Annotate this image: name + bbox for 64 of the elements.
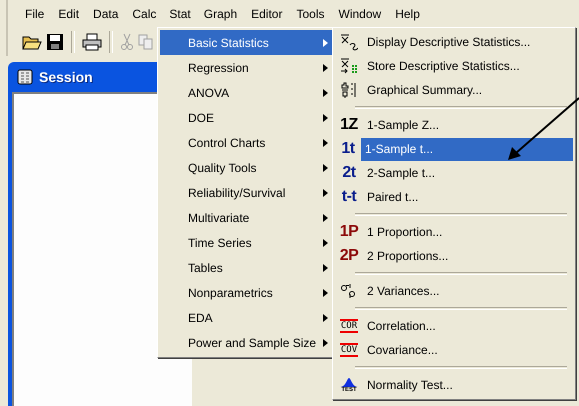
menu-item[interactable]: ANOVA	[160, 80, 334, 105]
test-icon: 2t	[342, 164, 356, 182]
menu-item[interactable]: Tables	[160, 255, 334, 280]
menu-item[interactable]: Tools	[289, 3, 332, 25]
menu-item[interactable]: Covariance...	[363, 338, 573, 362]
variance-icon	[340, 282, 358, 300]
store-statistics-icon	[340, 57, 358, 75]
test-icon: 1Z	[340, 116, 358, 134]
menu-item[interactable]: Stat	[163, 4, 197, 24]
submenu-arrow-icon	[323, 264, 328, 272]
menu-item[interactable]: EDA	[160, 305, 334, 330]
menu-item[interactable]: Quality Tools	[160, 155, 334, 180]
menu-item[interactable]: Regression	[160, 55, 334, 80]
session-icon	[16, 68, 34, 86]
menu-item[interactable]: Display Descriptive Statistics...	[363, 30, 573, 54]
submenu-arrow-icon	[323, 138, 328, 146]
submenu-arrow-icon	[323, 188, 328, 196]
menu-item[interactable]: Calc	[125, 3, 164, 25]
summary-chart-icon	[340, 81, 358, 99]
pointer-arrow	[508, 97, 579, 160]
menu-item[interactable]: 1 Proportion...	[363, 220, 573, 244]
menu-item[interactable]: Graphical Summary...	[363, 78, 573, 102]
menu-item[interactable]: Nonparametrics	[160, 280, 334, 305]
submenu-arrow-icon	[323, 164, 328, 172]
menu-item[interactable]: Data	[86, 3, 126, 25]
submenu-arrow-icon	[323, 338, 328, 346]
menu-item[interactable]: Window	[332, 3, 388, 25]
submenu-arrow-icon	[323, 314, 328, 322]
menu-item[interactable]: Control Charts	[160, 130, 334, 155]
menu-item[interactable]: Correlation...	[363, 314, 573, 338]
menu-item[interactable]: 1-Sample t...	[361, 138, 573, 160]
menu-item[interactable]: Graph	[196, 3, 244, 25]
menu-item[interactable]: Basic Statistics	[160, 30, 334, 55]
save-icon[interactable]	[46, 33, 64, 51]
submenu-arrow-icon	[323, 64, 328, 72]
printer-icon[interactable]	[82, 33, 102, 51]
menu-item[interactable]: 2 Proportions...	[363, 244, 573, 268]
window-title: Session	[39, 69, 93, 85]
submenu-arrow-icon	[323, 114, 328, 122]
menu-item[interactable]: Reliability/Survival	[160, 180, 334, 205]
test-icon: 1P	[340, 223, 358, 241]
menu-item[interactable]: Paired t...	[363, 186, 573, 208]
statistics-icon	[340, 33, 358, 51]
menu-item[interactable]: 1-Sample Z...	[363, 114, 573, 136]
menu-item[interactable]: DOE	[160, 105, 334, 130]
menu-item[interactable]: 2-Sample t...	[363, 162, 573, 184]
submenu-arrow-icon	[323, 88, 328, 96]
submenu-arrow-icon	[323, 238, 328, 246]
test-icon: 1t	[341, 140, 355, 158]
menu-item[interactable]: Editor	[244, 3, 290, 25]
menu-item[interactable]: Store Descriptive Statistics...	[363, 54, 573, 78]
menu-item[interactable]: Normality Test...	[363, 374, 573, 396]
submenu-arrow-icon	[323, 38, 328, 46]
submenu-arrow-icon	[323, 288, 328, 296]
menu-item[interactable]: Time Series	[160, 230, 334, 255]
menu-item[interactable]: Power and Sample Size	[160, 330, 334, 355]
submenu-arrow-icon	[323, 214, 328, 222]
menu-item[interactable]: Multivariate	[160, 205, 334, 230]
test-icon: 2P	[340, 247, 358, 265]
menu-item[interactable]: File	[18, 3, 52, 25]
menu-item[interactable]: 2 Variances...	[363, 280, 573, 302]
menu-item[interactable]: Help	[388, 3, 427, 25]
test-icon: t-t	[342, 188, 356, 206]
menu-item[interactable]: Edit	[51, 3, 86, 25]
